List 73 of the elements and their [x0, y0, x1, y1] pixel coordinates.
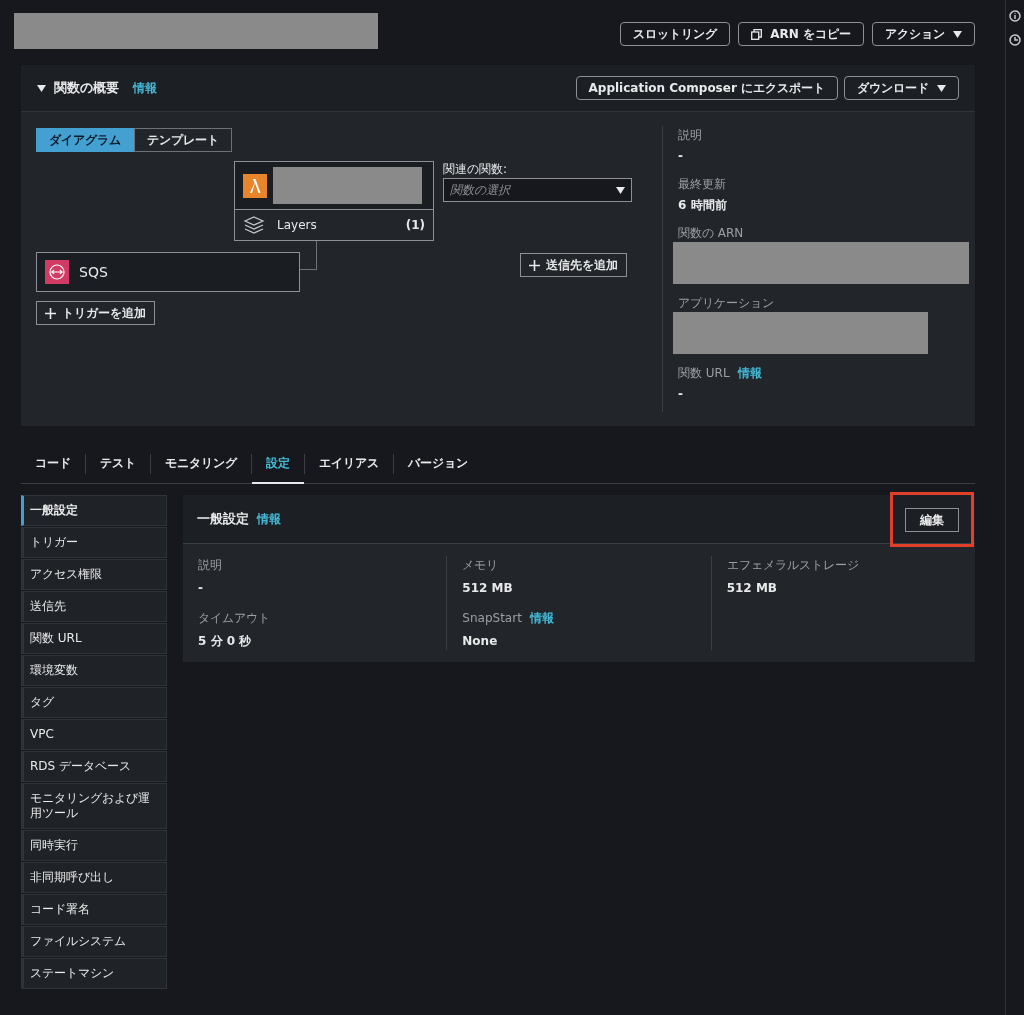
- tab[interactable]: エイリアス: [305, 443, 393, 484]
- lambda-icon: [243, 173, 267, 198]
- field-value: 512 MB: [726, 580, 778, 597]
- sidebar-item[interactable]: VPC: [21, 719, 167, 750]
- field-value: 512 MB: [462, 580, 514, 597]
- detail-value: 6 時間前: [678, 197, 728, 214]
- sidebar-item[interactable]: 非同期呼び出し: [21, 862, 167, 893]
- action-button[interactable]: ARN をコピー: [738, 22, 864, 46]
- view-toggle[interactable]: テンプレート: [134, 128, 232, 152]
- function-select[interactable]: 関数の選択: [443, 178, 632, 202]
- layers-count: (1): [405, 217, 425, 235]
- sidebar-item[interactable]: 関数 URL: [21, 623, 167, 654]
- edit-button[interactable]: 編集: [905, 507, 959, 532]
- tab[interactable]: モニタリング: [151, 443, 251, 484]
- view-toggle[interactable]: ダイアグラム: [36, 128, 134, 152]
- caret-icon[interactable]: [37, 84, 46, 92]
- info-link[interactable]: 情報: [529, 609, 554, 627]
- action-button[interactable]: Application Composer にエクスポート: [575, 76, 838, 100]
- field-label: タイムアウト: [198, 610, 270, 627]
- field-value: -: [198, 580, 204, 597]
- tab[interactable]: バージョン: [394, 443, 482, 484]
- info-link[interactable]: 情報: [133, 79, 157, 97]
- action-button[interactable]: スロットリング: [620, 22, 731, 46]
- action-button[interactable]: ダウンロード: [844, 76, 959, 100]
- clock-icon[interactable]: [1009, 34, 1021, 46]
- layers-row[interactable]: Layers (1): [235, 209, 433, 240]
- plus-icon: [529, 259, 540, 271]
- layers-icon: [243, 216, 265, 235]
- add-destination-button[interactable]: 送信先を追加: [520, 253, 627, 277]
- caret-icon: [616, 186, 625, 194]
- add-trigger-button[interactable]: トリガーを追加: [36, 301, 155, 325]
- field-label: 説明: [198, 557, 222, 574]
- field-label: エフェメラルストレージ: [726, 557, 859, 574]
- sidebar-item[interactable]: コード署名: [21, 894, 167, 925]
- sidebar-item[interactable]: アクセス権限: [21, 559, 167, 590]
- detail-value: -: [678, 386, 684, 403]
- copy-icon: [751, 28, 763, 40]
- sidebar-item[interactable]: ステートマシン: [21, 958, 167, 989]
- caret-icon: [937, 84, 946, 92]
- tab[interactable]: コード: [21, 443, 85, 484]
- layers-label: Layers: [277, 217, 317, 235]
- caret-icon: [953, 30, 962, 38]
- panel-title: 関数の概要: [54, 79, 119, 98]
- field-label: SnapStart: [462, 610, 522, 627]
- queue-icon: [45, 260, 69, 284]
- detail-value: -: [678, 148, 684, 165]
- detail-label: 関数の ARN: [678, 225, 744, 242]
- detail-label: 最終更新: [678, 176, 726, 193]
- sidebar-item[interactable]: トリガー: [21, 527, 167, 558]
- trigger-node[interactable]: SQS: [36, 252, 300, 292]
- sidebar-item[interactable]: タグ: [21, 687, 167, 718]
- info-icon[interactable]: [1009, 10, 1021, 22]
- sidebar-item[interactable]: 一般設定: [21, 495, 167, 526]
- info-link[interactable]: 情報: [257, 510, 281, 528]
- field-label: 関連の関数:: [443, 161, 508, 178]
- field-value: None: [462, 633, 499, 650]
- sidebar-item[interactable]: 環境変数: [21, 655, 167, 686]
- detail-label: 関数 URL: [678, 365, 730, 382]
- sidebar-item[interactable]: モニタリングおよび運用ツール: [21, 783, 167, 829]
- sidebar-item[interactable]: ファイルシステム: [21, 926, 167, 957]
- sidebar-item[interactable]: RDS データベース: [21, 751, 167, 782]
- detail-label: アプリケーション: [678, 295, 774, 312]
- detail-label: 説明: [678, 127, 702, 144]
- field-label: メモリ: [462, 557, 499, 574]
- sidebar-item[interactable]: 送信先: [21, 591, 167, 622]
- action-button[interactable]: アクション: [872, 22, 975, 46]
- trigger-label: SQS: [79, 262, 108, 282]
- plus-icon: [45, 307, 56, 319]
- info-link[interactable]: 情報: [737, 364, 762, 382]
- tab[interactable]: テスト: [86, 443, 150, 484]
- field-value: 5 分 0 秒: [198, 633, 253, 650]
- panel-title: 一般設定: [197, 510, 249, 529]
- sidebar-item[interactable]: 同時実行: [21, 830, 167, 861]
